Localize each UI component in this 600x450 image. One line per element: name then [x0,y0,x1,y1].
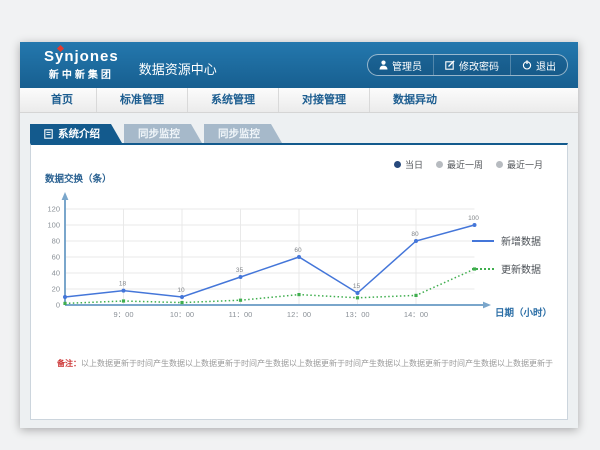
change-password-button[interactable]: 修改密码 [433,55,510,75]
legend-item-1[interactable]: 更新数据 [472,261,541,276]
period-radio-2[interactable]: 最近一月 [496,158,543,171]
svg-text:10: 10 [177,287,185,294]
period-radio-label: 最近一周 [447,158,483,171]
admin-user-button[interactable]: 管理员 [368,55,433,75]
footnote: 备注：以上数据更新于时间产生数据以上数据更新于时间产生数据以上数据更新于时间产生… [57,358,565,369]
tab-label: 同步监控 [218,126,260,141]
admin-user-label: 管理员 [392,58,422,73]
chart-panel: 当日 最近一周 最近一月 数据交换（条） 0 20 40 60 80 100 120 9：00 10… [30,143,568,420]
svg-text:日期（小时）: 日期（小时） [495,307,552,319]
svg-text:15: 15 [353,283,361,290]
svg-text:80: 80 [52,237,60,246]
svg-text:9：00: 9：00 [113,310,133,319]
legend-swatch-icon [472,268,494,270]
app-header: Synjones 新中新集团 数据资源中心 管理员 修改密码 [20,42,578,88]
footnote-label: 备注： [57,359,81,368]
svg-text:14：00: 14：00 [404,310,428,319]
tab-label: 同步监控 [138,126,180,141]
radio-dot-icon [436,161,443,168]
svg-text:12：00: 12：00 [287,310,311,319]
nav-item-data-change[interactable]: 数据异动 [370,88,460,112]
tab-system-intro[interactable]: 系统介绍 [30,124,122,143]
svg-text:100: 100 [468,215,479,222]
chart-legend: 新增数据更新数据 [472,233,541,276]
svg-text:60: 60 [52,253,60,262]
svg-text:120: 120 [47,205,60,214]
period-radio-label: 最近一月 [507,158,543,171]
user-icon [379,60,388,70]
logout-button[interactable]: 退出 [510,55,567,75]
svg-text:35: 35 [236,267,244,274]
change-password-label: 修改密码 [459,58,499,73]
y-axis-title: 数据交换（条） [45,171,112,185]
tab-sync-monitor-2[interactable]: 同步监控 [204,124,282,143]
legend-item-0[interactable]: 新增数据 [472,233,541,248]
svg-text:13：00: 13：00 [345,310,369,319]
nav-item-integration-mgmt[interactable]: 对接管理 [279,88,370,112]
main-nav: 首页 标准管理 系统管理 对接管理 数据异动 [20,88,578,113]
svg-text:40: 40 [52,269,60,278]
page-title: 数据资源中心 [139,59,217,78]
period-radio-0[interactable]: 当日 [394,158,423,171]
period-radio-label: 当日 [405,158,423,171]
svg-text:80: 80 [411,231,419,238]
svg-text:18: 18 [119,281,127,288]
legend-swatch-icon [472,240,494,242]
svg-text:0: 0 [56,301,60,310]
user-toolbar: 管理员 修改密码 退出 [367,54,568,76]
svg-text:20: 20 [52,285,60,294]
tab-label: 系统介绍 [58,126,100,141]
logo-text: Synjones [44,49,119,64]
content-area: 系统介绍 同步监控 同步监控 当日 最近一周 最近一月 数据交换（条） 0 20 40 6… [20,113,578,428]
tab-strip: 系统介绍 同步监控 同步监控 [30,124,568,143]
radio-dot-icon [496,161,503,168]
document-icon [44,129,53,139]
radio-dot-icon [394,161,401,168]
period-radio-1[interactable]: 最近一周 [436,158,483,171]
svg-text:100: 100 [47,221,60,230]
logout-label: 退出 [536,58,556,73]
footnote-text: 以上数据更新于时间产生数据以上数据更新于时间产生数据以上数据更新于时间产生数据以… [81,359,553,368]
app-window: Synjones 新中新集团 数据资源中心 管理员 修改密码 [20,42,578,428]
period-filter-group: 当日 最近一周 最近一月 [394,158,543,171]
nav-item-system-mgmt[interactable]: 系统管理 [188,88,279,112]
svg-text:60: 60 [294,247,302,254]
nav-item-home[interactable]: 首页 [28,88,97,112]
edit-icon [445,60,455,70]
legend-label: 新增数据 [501,233,541,248]
logo-subtext: 新中新集团 [44,66,119,81]
legend-label: 更新数据 [501,261,541,276]
nav-item-standard-mgmt[interactable]: 标准管理 [97,88,188,112]
company-logo: Synjones 新中新集团 [44,49,119,81]
svg-text:10：00: 10：00 [170,310,194,319]
power-icon [522,60,532,70]
tab-sync-monitor-1[interactable]: 同步监控 [124,124,202,143]
svg-text:11：00: 11：00 [229,310,253,319]
